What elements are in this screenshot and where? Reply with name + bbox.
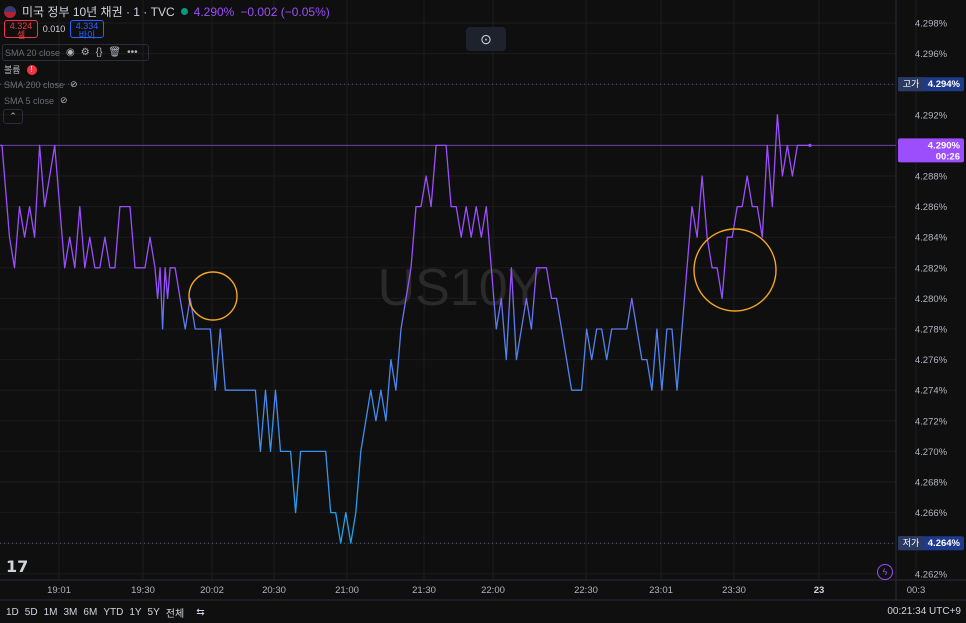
indicator-sma20-label: SMA 20 close bbox=[5, 47, 61, 58]
timeframe-3m[interactable]: 3M bbox=[64, 607, 78, 618]
high-badge-value: 4.294% bbox=[928, 79, 961, 90]
y-tick-label: 4.266% bbox=[915, 508, 948, 519]
high-badge-label: 고가 bbox=[903, 79, 920, 89]
y-tick-label: 4.298% bbox=[915, 19, 948, 30]
timeframe-1d[interactable]: 1D bbox=[6, 607, 19, 618]
timeframe-5d[interactable]: 5D bbox=[25, 607, 38, 618]
timeframe-all[interactable]: 전체 bbox=[166, 605, 184, 620]
y-tick-label: 4.280% bbox=[915, 294, 948, 305]
x-tick-label: 23:01 bbox=[649, 585, 673, 596]
y-tick-label: 4.278% bbox=[915, 325, 948, 336]
y-tick-label: 4.276% bbox=[915, 355, 948, 366]
y-tick-label: 4.284% bbox=[915, 233, 948, 244]
low-badge-value: 4.264% bbox=[928, 538, 961, 549]
x-tick-label: 23 bbox=[814, 585, 825, 596]
last-price-dot bbox=[808, 143, 812, 147]
x-axis: 19:01 19:30 20:02 20:30 21:00 21:30 22:00 22:30… bbox=[47, 585, 925, 596]
x-tick-label: 00:3 bbox=[907, 585, 926, 596]
buy-label: 바이 bbox=[78, 30, 96, 40]
x-tick-label: 19:01 bbox=[47, 585, 71, 596]
y-tick-label: 4.268% bbox=[915, 478, 948, 489]
y-tick-label: 4.282% bbox=[915, 263, 948, 274]
x-tick-label: 23:30 bbox=[722, 585, 746, 596]
y-tick-label: 4.286% bbox=[915, 202, 948, 213]
warning-icon[interactable]: ! bbox=[26, 64, 37, 75]
indicator-sma20[interactable]: SMA 20 close ◉ ⚙ {} 🗑 ••• bbox=[2, 44, 149, 61]
replay-tool-button[interactable]: ⊙ bbox=[466, 27, 506, 51]
eye-icon[interactable]: ◉ bbox=[66, 47, 75, 58]
y-axis: 4.298%4.296%4.294%4.292%4.290%4.288%4.28… bbox=[915, 19, 948, 581]
us-flag-icon bbox=[4, 5, 16, 18]
last-badge-value: 00:26 bbox=[936, 151, 960, 162]
indicator-sma5[interactable]: SMA 5 close ⊘ bbox=[4, 95, 68, 106]
market-status-icon bbox=[180, 8, 188, 15]
timeframe-ytd[interactable]: YTD bbox=[103, 607, 123, 618]
indicator-volume-label: 볼륨 bbox=[4, 65, 21, 75]
replay-icon: ⊙ bbox=[480, 31, 492, 47]
sell-button[interactable]: 4.324 셀 bbox=[4, 20, 38, 40]
x-tick-label: 19:30 bbox=[131, 585, 155, 596]
indicator-sma200-label: SMA 200 close bbox=[4, 79, 65, 90]
y-tick-label: 4.262% bbox=[915, 569, 948, 580]
indicator-volume[interactable]: 볼륨 ! bbox=[4, 63, 37, 76]
timeframe-5y[interactable]: 5Y bbox=[148, 607, 160, 618]
settings-icon[interactable]: ⚙ bbox=[81, 47, 90, 58]
y-tick-label: 4.292% bbox=[915, 110, 948, 121]
x-tick-label: 21:00 bbox=[335, 585, 359, 596]
clock: 00:21:34 UTC+9 bbox=[887, 606, 961, 617]
indicator-sma5-label: SMA 5 close bbox=[4, 95, 55, 106]
spread-value: 0.010 bbox=[42, 24, 66, 34]
buy-button[interactable]: 4.334 바이 bbox=[70, 20, 104, 40]
annotation-circle bbox=[188, 271, 238, 321]
sell-label: 셀 bbox=[16, 30, 26, 40]
date-range-icon[interactable]: ⇆ bbox=[196, 607, 204, 618]
chart-watermark: US10Y bbox=[378, 259, 543, 317]
y-tick-label: 4.288% bbox=[915, 172, 948, 183]
timeframe-1m[interactable]: 1M bbox=[44, 607, 58, 618]
x-tick-label: 22:30 bbox=[574, 585, 598, 596]
eye-off-icon[interactable]: ⊘ bbox=[60, 95, 68, 106]
timeframe-bar: 1D 5D 1M 3M 6M YTD 1Y 5Y 전체 ⇆ bbox=[0, 601, 966, 623]
price-chart[interactable]: US10Y 4.298% 4.296% 4.294% 4.292% 4.290% 4.28… bbox=[0, 0, 966, 623]
bid-ask-panel: 4.324 셀 0.010 4.334 바이 bbox=[4, 20, 104, 40]
x-tick-label: 20:30 bbox=[262, 585, 286, 596]
lightning-icon[interactable]: ϟ bbox=[877, 564, 893, 580]
low-badge-label: 저가 bbox=[903, 538, 920, 548]
y-tick-label: 4.272% bbox=[915, 416, 948, 427]
timeframe-1y[interactable]: 1Y bbox=[129, 607, 141, 618]
y-tick-label: 4.274% bbox=[915, 386, 948, 397]
symbol-header[interactable]: 미국 정부 10년 채권 · 1 · TVC 4.290% −0.002 (−0… bbox=[4, 3, 330, 20]
last-badge-value: 4.290% bbox=[928, 140, 961, 151]
eye-off-icon[interactable]: ⊘ bbox=[70, 79, 78, 90]
collapse-legend-button[interactable]: ⌃ bbox=[3, 109, 23, 124]
y-tick-label: 4.296% bbox=[915, 49, 948, 60]
indicator-sma200[interactable]: SMA 200 close ⊘ bbox=[4, 79, 78, 90]
tradingview-logo-icon: 17 bbox=[6, 557, 29, 576]
symbol-title: 미국 정부 10년 채권 · 1 · TVC bbox=[22, 5, 175, 19]
y-tick-label: 4.270% bbox=[915, 447, 948, 458]
more-icon[interactable]: ••• bbox=[127, 47, 138, 58]
source-code-icon[interactable]: {} bbox=[96, 47, 103, 58]
header-change: −0.002 (−0.05%) bbox=[240, 4, 330, 19]
x-tick-label: 20:02 bbox=[200, 585, 224, 596]
header-price: 4.290% bbox=[193, 4, 235, 19]
x-tick-label: 22:00 bbox=[481, 585, 505, 596]
timeframe-6m[interactable]: 6M bbox=[83, 607, 97, 618]
x-tick-label: 21:30 bbox=[412, 585, 436, 596]
delete-icon[interactable]: 🗑 bbox=[108, 47, 121, 58]
